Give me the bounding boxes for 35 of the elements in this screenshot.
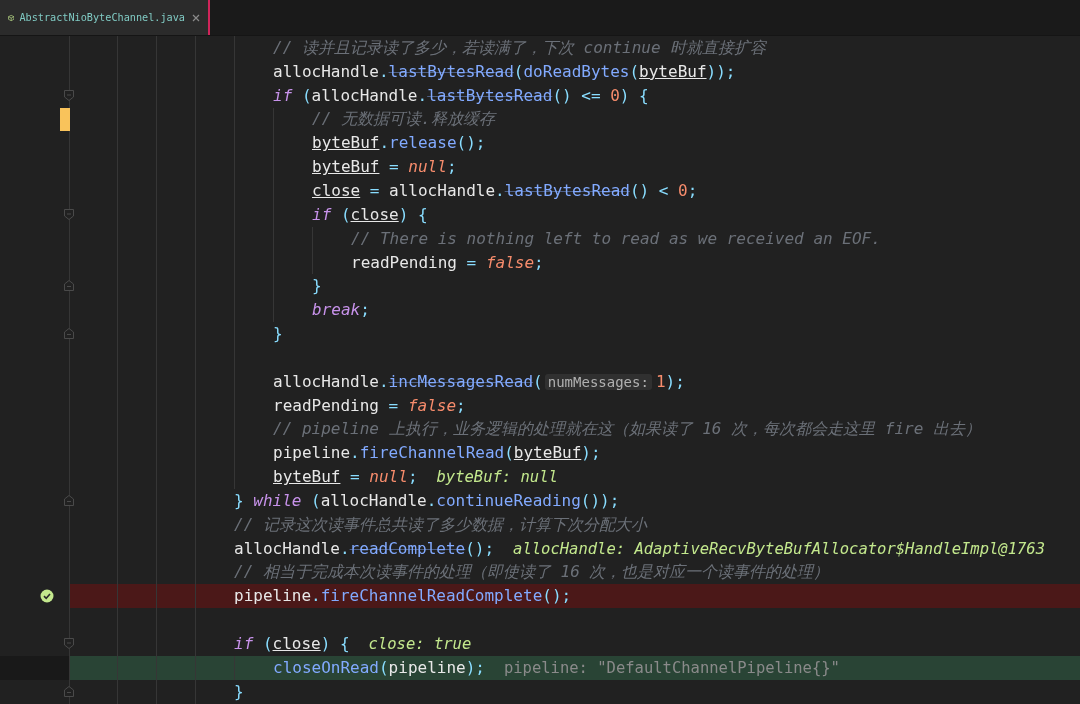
close-icon [192,13,200,22]
code-line: readPending = false; [351,252,544,273]
fold-icon[interactable] [63,684,75,698]
fold-icon[interactable] [63,327,75,341]
fold-icon[interactable] [63,88,75,102]
code-line: } [273,324,283,345]
fold-icon[interactable] [63,637,75,651]
code-line: if (allocHandle.lastBytesRead() <= 0) { [273,85,649,106]
code-line: allocHandle.incMessagesRead( numMessages: 1); [273,371,685,392]
code-line: // There is nothing left to read as we received an EOF. [351,228,881,249]
code-line: break; [312,300,370,321]
code-line: // 记录这次读事件总共读了多少数据，计算下次分配大小 [234,514,647,535]
code-line: allocHandle.readComplete(); allocHandle: AdaptiveRecvByteBufAllocator$HandleImpl@1763 [234,538,1046,559]
code-line: if (close) { close: true [234,634,472,654]
code-line: close = allocHandle.lastBytesRead() < 0; [312,181,698,201]
code-line: } [234,681,244,702]
code-line: // 相当于完成本次读事件的处理（即使读了 16 次，也是对应一个读事件的处理） [234,562,830,583]
file-tab[interactable]: AbstractNioByteChannel.java [0,0,210,35]
code-line: // 读并且记录读了多少，若读满了，下次 continue 时就直接扩容 [273,37,767,58]
code-line: closeOnRead(pipeline); pipeline: "DefaultChannelPipeline{}" [273,657,840,678]
fold-icon[interactable] [63,494,75,508]
code-line: byteBuf.release(); [312,133,486,154]
code-line: } while (allocHandle.continueReading()); [234,490,620,511]
code-line: // pipeline 上执行，业务逻辑的处理就在这（如果读了 16 次，每次都会走这里 fire 出去） [273,419,981,440]
code-line: readPending = false; [273,395,466,416]
code-line: byteBuf = null; byteBuf: null [273,467,558,488]
code-line: byteBuf = null; [312,157,457,178]
code-line: // 无数据可读.释放缓存 [312,109,495,130]
code-line: if (close) { [312,204,428,225]
code-line: pipeline.fireChannelRead(byteBuf); [273,443,601,464]
fold-icon[interactable] [63,207,75,221]
code-line: allocHandle.lastBytesRead(doReadBytes(byteBuf)); [273,61,736,82]
fold-icon[interactable] [63,279,75,293]
code-line: pipeline.fireChannelReadComplete(); [234,586,572,607]
code-line: } [312,276,322,297]
